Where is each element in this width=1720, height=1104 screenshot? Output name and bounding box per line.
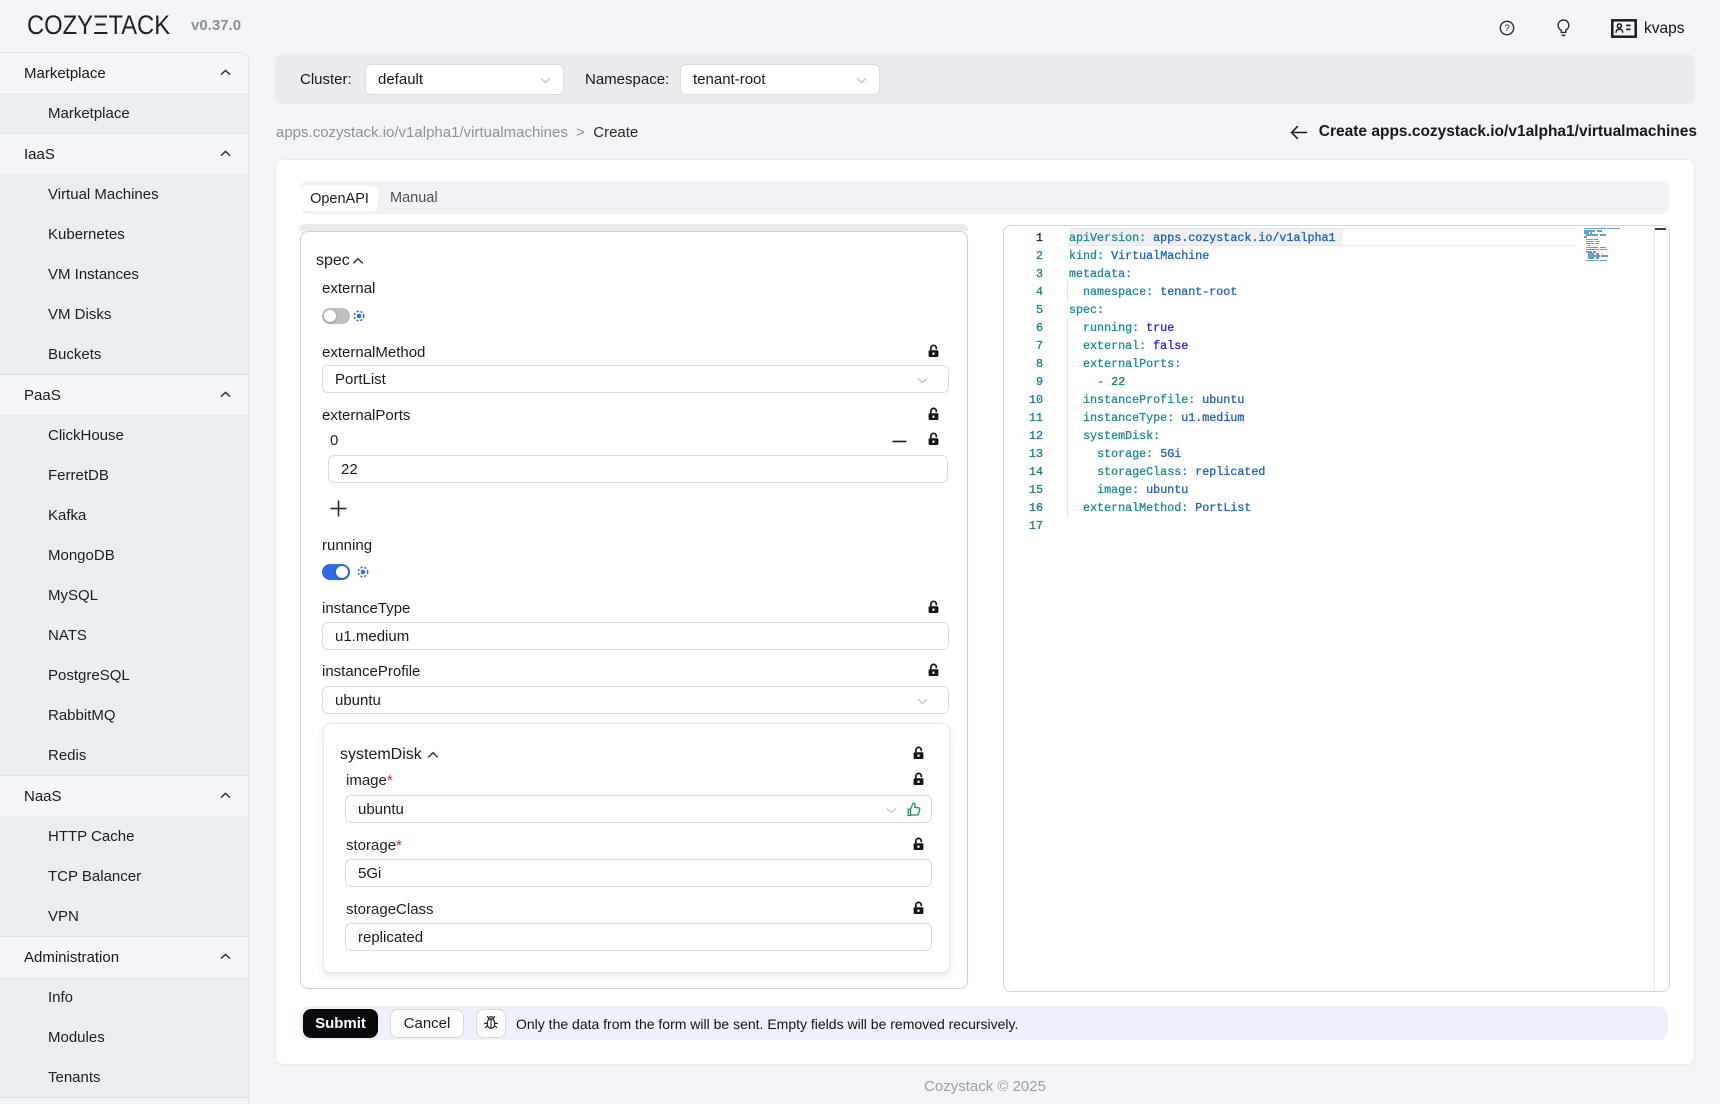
svg-text:?: ? [1504,23,1509,34]
